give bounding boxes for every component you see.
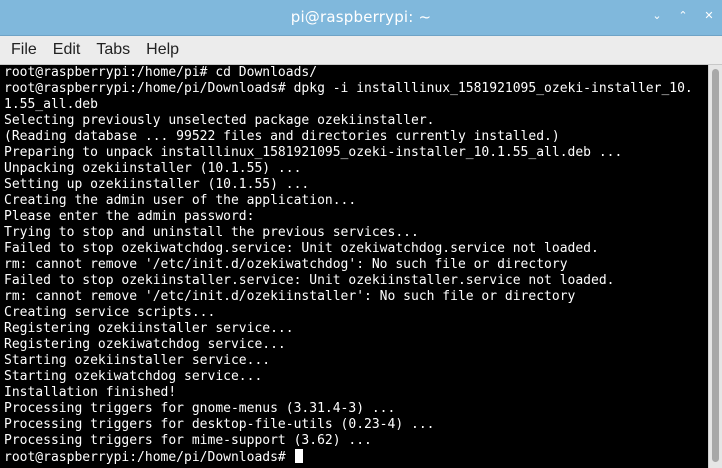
terminal-prompt-line[interactable]: root@raspberrypi:/home/pi/Downloads# xyxy=(4,449,708,465)
terminal-line: (Reading database ... 99522 files and di… xyxy=(4,129,560,144)
window-title: pi@raspberrypi: ~ xyxy=(290,8,432,26)
window-titlebar[interactable]: pi@raspberrypi: ~ ⌄ ⌃ ✕ xyxy=(0,0,722,36)
terminal-line: Registering ozekiwatchdog service... xyxy=(4,337,286,352)
minimize-icon[interactable]: ⌄ xyxy=(650,9,664,23)
terminal-line: root@raspberrypi:/home/pi# cd Downloads/ xyxy=(4,65,318,80)
menu-help[interactable]: Help xyxy=(146,41,187,59)
terminal-line: Creating the admin user of the applicati… xyxy=(4,193,357,208)
terminal-line: Please enter the admin password: xyxy=(4,209,255,224)
terminal-line: Starting ozekiinstaller service... xyxy=(4,353,271,368)
terminal-line: Setting up ozekiinstaller (10.1.55) ... xyxy=(4,177,310,192)
terminal-line: 1.55_all.deb xyxy=(4,97,98,112)
text-cursor xyxy=(294,449,303,463)
terminal-line: Failed to stop ozekiinstaller.service: U… xyxy=(4,273,615,288)
vertical-scrollbar[interactable] xyxy=(708,65,722,468)
menu-edit[interactable]: Edit xyxy=(53,41,89,59)
terminal-line: Selecting previously unselected package … xyxy=(4,113,435,128)
terminal-line: Installation finished! xyxy=(4,385,177,400)
terminal-line: Processing triggers for gnome-menus (3.3… xyxy=(4,401,396,416)
terminal-line: Processing triggers for desktop-file-uti… xyxy=(4,417,435,432)
menu-bar: File Edit Tabs Help xyxy=(0,36,722,65)
menu-file[interactable]: File xyxy=(11,41,45,59)
terminal-line: Starting ozekiwatchdog service... xyxy=(4,369,263,384)
terminal-line: rm: cannot remove '/etc/init.d/ozekiwatc… xyxy=(4,257,568,272)
terminal-line: Processing triggers for mime-support (3.… xyxy=(4,433,372,448)
terminal-lines: root@raspberrypi:/home/pi# cd Downloads/… xyxy=(0,65,708,465)
scrollbar-thumb[interactable] xyxy=(712,69,719,462)
terminal-line: Failed to stop ozekiwatchdog.service: Un… xyxy=(4,241,599,256)
terminal-line: rm: cannot remove '/etc/init.d/ozekiinst… xyxy=(4,289,576,304)
terminal-line: Trying to stop and uninstall the previou… xyxy=(4,225,419,240)
close-icon[interactable]: ✕ xyxy=(702,9,716,23)
terminal-line: root@raspberrypi:/home/pi/Downloads# dpk… xyxy=(4,81,693,96)
terminal-line: Unpacking ozekiinstaller (10.1.55) ... xyxy=(4,161,302,176)
terminal-prompt: root@raspberrypi:/home/pi/Downloads# xyxy=(4,450,294,465)
window-controls: ⌄ ⌃ ✕ xyxy=(650,9,716,23)
terminal-line: Creating service scripts... xyxy=(4,305,216,320)
maximize-icon[interactable]: ⌃ xyxy=(676,9,690,23)
terminal-output[interactable]: root@raspberrypi:/home/pi# cd Downloads/… xyxy=(0,65,708,468)
terminal-line: Preparing to unpack installlinux_1581921… xyxy=(4,145,623,160)
menu-tabs[interactable]: Tabs xyxy=(96,41,138,59)
terminal-line: Registering ozekiinstaller service... xyxy=(4,321,294,336)
